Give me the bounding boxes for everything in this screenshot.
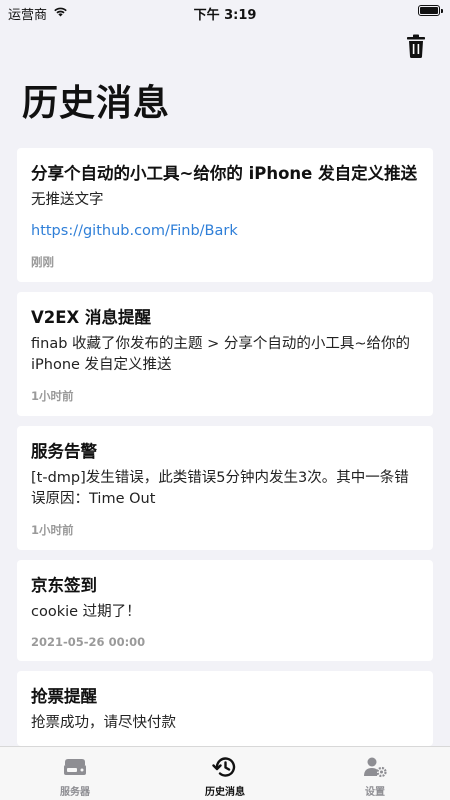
message-time: 刚刚 [31,255,54,269]
message-body: 抢票成功，请尽快付款 [31,715,176,731]
tab-label: 历史消息 [205,787,245,798]
tab-bar: 服务器 历史消息 设置 [0,746,450,800]
tab-label: 设置 [365,787,385,798]
message-card[interactable]: 分享个自动的小工具~给你的 iPhone 发自定义推送 无推送文字 https:… [17,148,433,282]
message-body: finab 收藏了你发布的主题 > 分享个自动的小工具~给你的 iPhone 发… [31,336,411,373]
tab-label: 服务器 [60,787,90,798]
message-body: cookie 过期了！ [31,604,141,620]
status-bar: 运营商 下午 3:19 [0,0,450,24]
message-title: 服务告警 [31,442,97,461]
trash-button[interactable] [406,34,426,58]
tab-history[interactable]: 历史消息 [150,747,300,800]
message-time: 1小时前 [31,523,74,537]
trash-icon [407,34,425,58]
message-card[interactable]: V2EX 消息提醒 finab 收藏了你发布的主题 > 分享个自动的小工具~给你… [17,292,433,416]
status-time: 下午 3:19 [193,8,257,23]
message-time: 2021-05-26 00:00 [31,635,146,649]
message-card[interactable]: 服务告警 [t-dmp]发生错误，此类错误5分钟内发生3次。其中一条错误原因：T… [17,426,433,550]
message-title: V2EX 消息提醒 [31,308,151,327]
message-title: 抢票提醒 [31,687,97,706]
message-title: 分享个自动的小工具~给你的 iPhone 发自定义推送 [31,164,418,183]
battery-icon [418,5,443,16]
settings-user-icon [364,757,387,778]
message-time: 1小时前 [31,389,74,403]
server-icon [64,759,86,775]
tab-server[interactable]: 服务器 [0,747,150,800]
message-body: 无推送文字 [31,192,104,208]
message-link[interactable]: https://github.com/Finb/Bark [31,221,419,242]
message-list: 分享个自动的小工具~给你的 iPhone 发自定义推送 无推送文字 https:… [17,148,433,756]
tab-settings[interactable]: 设置 [300,747,450,800]
message-card[interactable]: 京东签到 cookie 过期了！ 2021-05-26 00:00 [17,560,433,661]
history-icon [212,757,236,777]
page-title: 历史消息 [22,83,171,124]
message-title: 京东签到 [31,576,97,595]
message-card[interactable]: 抢票提醒 抢票成功，请尽快付款 [17,671,433,746]
message-body: [t-dmp]发生错误，此类错误5分钟内发生3次。其中一条错误原因：Time O… [31,470,409,507]
